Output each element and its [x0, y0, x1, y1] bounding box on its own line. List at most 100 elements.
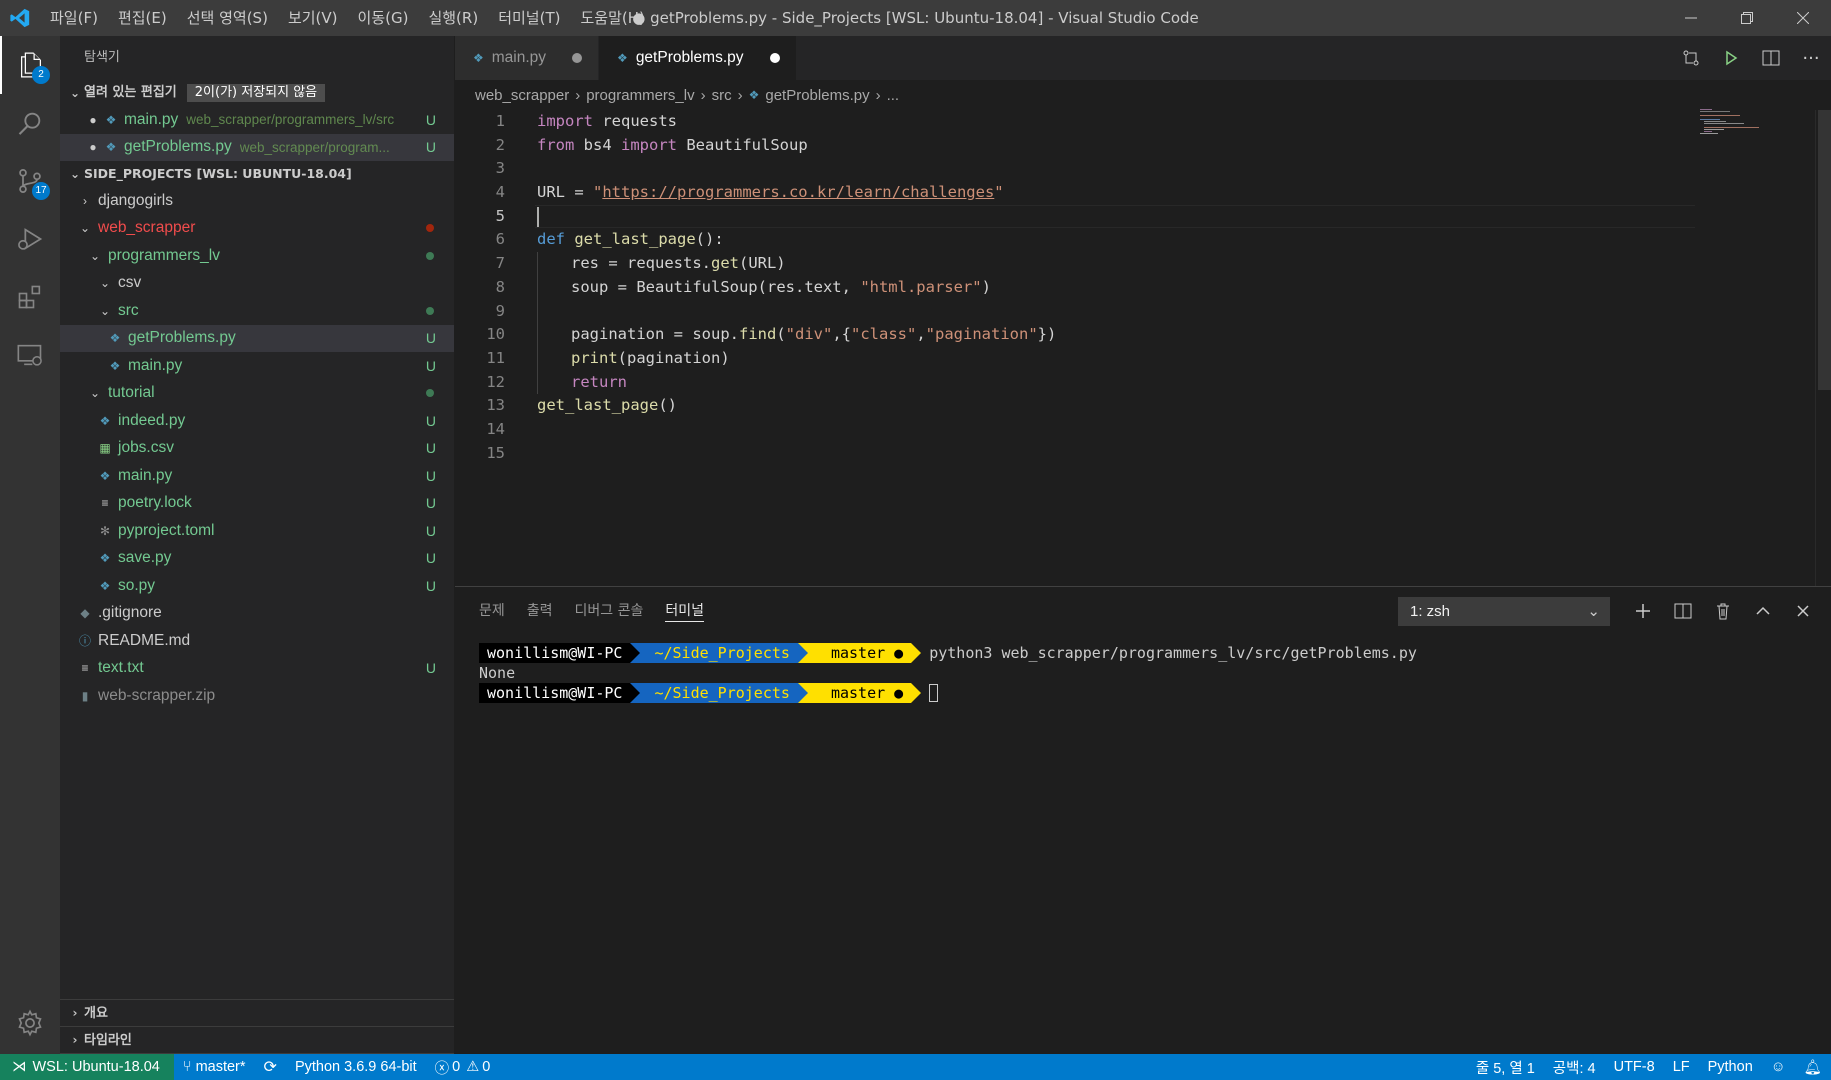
prompt-separator — [630, 643, 641, 663]
run-debug-activity-button[interactable] — [0, 210, 60, 268]
outline-header[interactable]: › 개요 — [60, 1000, 454, 1027]
editor-scrollbar[interactable] — [1815, 110, 1831, 586]
tab-problems[interactable]: 문제 — [479, 600, 505, 622]
tree-folder[interactable]: ⌄ web_scrapper — [60, 215, 454, 243]
minimize-button[interactable] — [1663, 0, 1719, 36]
code-token: get — [710, 254, 739, 273]
language-mode[interactable]: Python — [1699, 1054, 1762, 1080]
breadcrumb-item[interactable]: ... — [887, 87, 900, 104]
scrollbar-thumb[interactable] — [1818, 110, 1831, 390]
remote-indicator[interactable]: ⋊ WSL: Ubuntu-18.04 — [0, 1054, 174, 1080]
tree-file[interactable]: ❖ indeed.py U — [60, 407, 454, 435]
breadcrumb-item[interactable]: programmers_lv — [586, 87, 694, 104]
open-changes-button[interactable] — [1671, 36, 1711, 80]
explorer-activity-button[interactable]: 2 — [0, 36, 60, 94]
status-bar: ⋊ WSL: Ubuntu-18.04 ⑂ master* ⟳ Python 3… — [0, 1054, 1831, 1080]
prompt-git-label: master ● — [830, 644, 904, 662]
tree-file[interactable]: ❖ so.py U — [60, 572, 454, 600]
restore-button[interactable] — [1719, 0, 1775, 36]
tree-folder[interactable]: ⌄ src — [60, 297, 454, 325]
open-editors-header[interactable]: ⌄ 열려 있는 편집기 2이(가) 저장되지 않음 — [60, 80, 454, 106]
breadcrumb-item[interactable]: web_scrapper — [475, 87, 569, 104]
close-window-button[interactable] — [1775, 0, 1831, 36]
unsaved-dot-icon[interactable] — [572, 53, 583, 63]
split-terminal-button[interactable] — [1663, 595, 1703, 627]
git-branch-item[interactable]: ⑂ master* — [174, 1054, 255, 1080]
source-control-activity-button[interactable]: 17 — [0, 152, 60, 210]
indentation[interactable]: 공백: 4 — [1544, 1054, 1605, 1080]
tree-file[interactable]: ❖ getProblems.py U — [60, 324, 454, 352]
tab-terminal[interactable]: 터미널 — [665, 600, 705, 622]
menu-go[interactable]: 이동(G) — [348, 0, 419, 36]
search-activity-button[interactable] — [0, 94, 60, 152]
tree-file[interactable]: ❖ save.py U — [60, 545, 454, 573]
tree-file[interactable]: ≡ text.txt U — [60, 655, 454, 683]
menu-help[interactable]: 도움말(H) — [570, 0, 654, 36]
menu-edit[interactable]: 편집(E) — [108, 0, 177, 36]
tree-file[interactable]: ▦ jobs.csv U — [60, 435, 454, 463]
menu-terminal[interactable]: 터미널(T) — [488, 0, 570, 36]
tree-folder[interactable]: ⌄ csv — [60, 270, 454, 298]
tree-file[interactable]: ▮ web-scrapper.zip — [60, 682, 454, 710]
outline-label: 개요 — [84, 1005, 108, 1021]
timeline-header[interactable]: › 타임라인 — [60, 1027, 454, 1054]
remote-explorer-activity-button[interactable] — [0, 326, 60, 384]
menu-run[interactable]: 실행(R) — [418, 0, 488, 36]
tree-item-label: web_scrapper — [98, 219, 196, 237]
breadcrumb-item[interactable]: getProblems.py — [765, 87, 869, 104]
line-number: 7 — [495, 254, 505, 273]
code-link[interactable]: https://programmers.co.kr/learn/challeng… — [602, 183, 994, 201]
code-editor[interactable]: 1 import requests 2 from bs4 import Beauti… — [455, 110, 1815, 586]
open-editor-item[interactable]: ● ❖ getProblems.py web_scrapper/program.… — [60, 133, 454, 161]
sync-button[interactable]: ⟳ — [255, 1054, 286, 1080]
menu-view[interactable]: 보기(V) — [278, 0, 348, 36]
minimap[interactable] — [1700, 108, 1815, 138]
unsaved-dot-icon[interactable] — [769, 53, 780, 63]
python-interpreter[interactable]: Python 3.6.9 64-bit — [286, 1054, 426, 1080]
menu-selection[interactable]: 선택 영역(S) — [177, 0, 278, 36]
tree-folder[interactable]: › djangogirls — [60, 187, 454, 215]
run-python-button[interactable] — [1711, 36, 1751, 80]
breadcrumb: web_scrapper › programmers_lv › src › ❖ get… — [455, 80, 1831, 110]
open-editor-item[interactable]: ● ❖ main.py web_scrapper/programmers_lv/… — [60, 106, 454, 134]
workspace-header[interactable]: ⌄ SIDE_PROJECTS [WSL: UBUNTU-18.04] — [60, 161, 454, 187]
manage-settings-button[interactable] — [0, 998, 60, 1048]
unsaved-badge: 2이(가) 저장되지 않음 — [186, 84, 326, 102]
kill-terminal-button[interactable] — [1703, 595, 1743, 627]
tree-file[interactable]: ≡ poetry.lock U — [60, 490, 454, 518]
tree-file[interactable]: ❖ main.py U — [60, 462, 454, 490]
tree-item-label: so.py — [118, 576, 156, 594]
tree-folder[interactable]: ⌄ programmers_lv — [60, 242, 454, 270]
problems-indicator[interactable]: ⓧ 0 ⚠ 0 — [426, 1054, 500, 1080]
tree-item-label: tutorial — [108, 384, 155, 402]
end-of-line[interactable]: LF — [1664, 1054, 1699, 1080]
tree-file[interactable]: ❖ main.py U — [60, 352, 454, 380]
extensions-activity-button[interactable] — [0, 268, 60, 326]
tree-file[interactable]: ⓘ README.md — [60, 627, 454, 655]
tab-getproblems-py[interactable]: ❖ getProblems.py — [599, 36, 797, 80]
warning-count: 0 — [482, 1059, 491, 1075]
encoding[interactable]: UTF-8 — [1605, 1054, 1664, 1080]
terminal-select[interactable]: 1: zsh ⌄ — [1398, 597, 1610, 626]
more-actions-button[interactable]: ··· — [1791, 36, 1831, 80]
prompt-separator — [911, 683, 922, 703]
menu-file[interactable]: 파일(F) — [40, 0, 108, 36]
close-panel-button[interactable] — [1783, 595, 1823, 627]
tab-label: getProblems.py — [635, 49, 744, 66]
split-editor-button[interactable] — [1751, 36, 1791, 80]
tab-main-py[interactable]: ❖ main.py — [455, 36, 600, 80]
tab-debug-console[interactable]: 디버그 콘솔 — [575, 600, 644, 622]
feedback-button[interactable]: ☺ — [1762, 1054, 1795, 1080]
terminal[interactable]: wonillism@WI-PC ~/Side_Projects master ●… — [479, 643, 1831, 703]
tree-file[interactable]: ✻ pyproject.toml U — [60, 517, 454, 545]
notifications-button[interactable]: 🔔︎ — [1795, 1054, 1831, 1080]
cursor-position[interactable]: 줄 5, 열 1 — [1467, 1054, 1544, 1080]
new-terminal-button[interactable] — [1623, 595, 1663, 627]
tab-output[interactable]: 출력 — [527, 600, 553, 622]
maximize-panel-button[interactable] — [1743, 595, 1783, 627]
tree-folder[interactable]: ⌄ tutorial — [60, 380, 454, 408]
tree-file[interactable]: ◆ .gitignore — [60, 600, 454, 628]
line-number: 1 — [495, 112, 505, 130]
code-token: get_last_page — [537, 396, 659, 415]
breadcrumb-item[interactable]: src — [712, 87, 732, 104]
